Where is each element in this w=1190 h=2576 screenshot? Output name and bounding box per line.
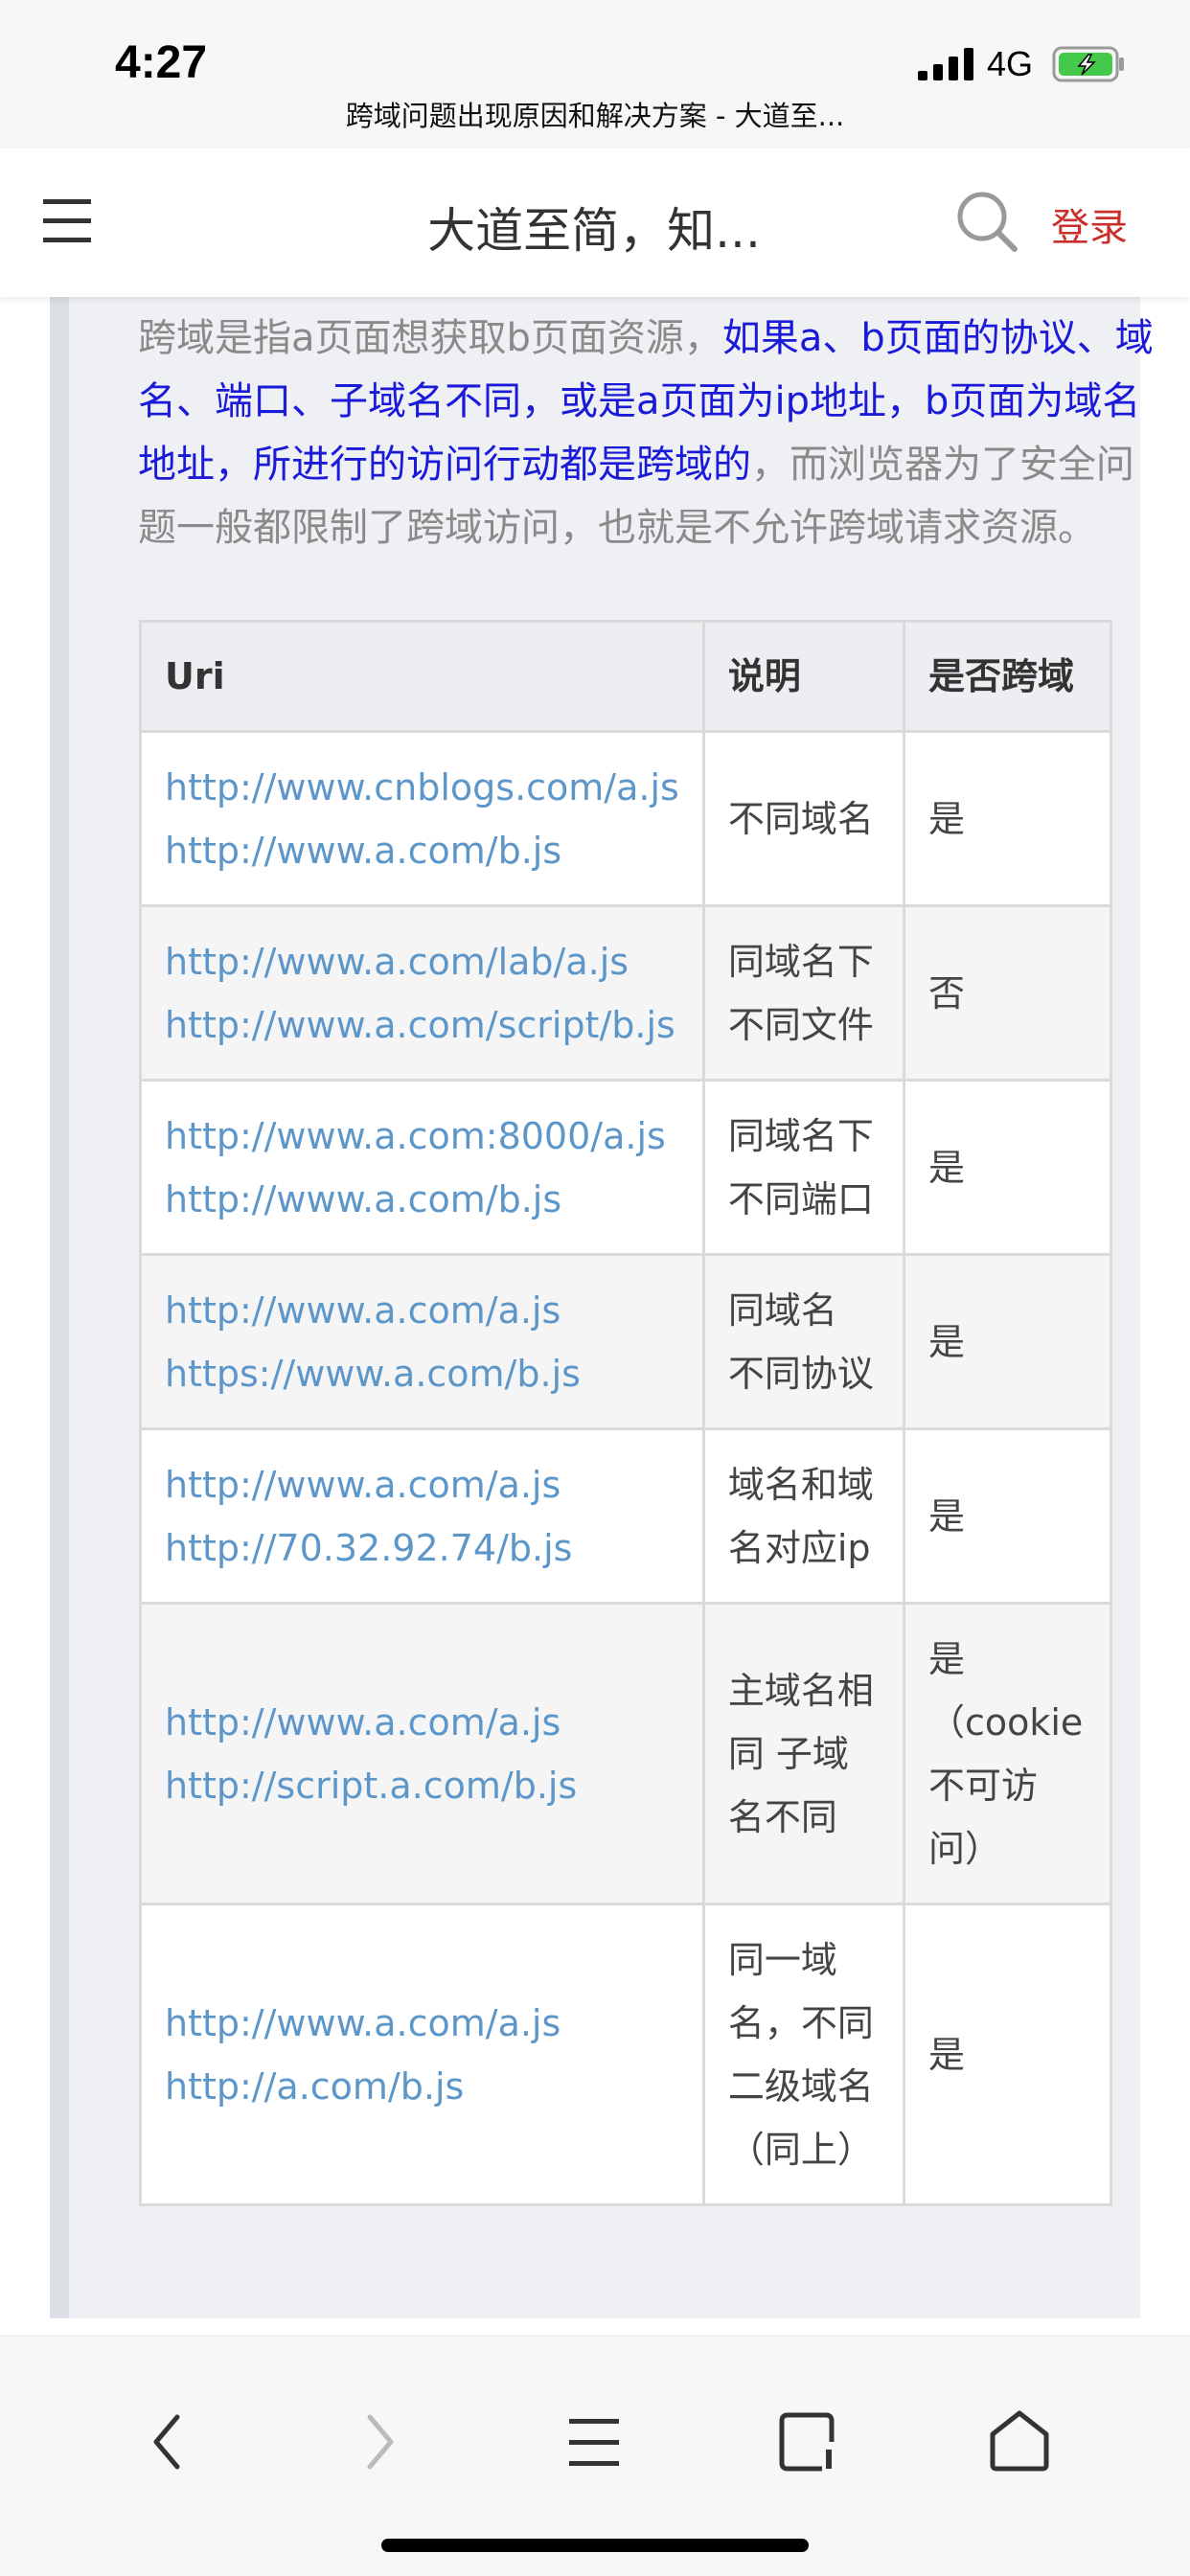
uri-cell: http://www.a.com/a.js http://70.32.92.74… <box>139 1427 705 1605</box>
uri-link[interactable]: http://www.a.com/b.js <box>165 1168 679 1231</box>
status-time: 4:27 <box>115 37 208 88</box>
table-row: http://www.a.com/lab/a.js http://www.a.c… <box>139 904 1113 1082</box>
site-title[interactable]: 大道至简，知... <box>307 193 881 262</box>
desc-cell: 主域名相同 子域名不同 <box>701 1602 905 1905</box>
signal-icon <box>918 48 973 80</box>
uri-cell: http://www.a.com/a.js https://www.a.com/… <box>139 1253 705 1430</box>
cross-cell: 是 <box>902 1903 1113 2206</box>
cross-cell: 是 <box>902 730 1113 907</box>
intro-text: 跨域是指a页面想获取b页面资源， <box>138 316 722 360</box>
uri-link[interactable]: https://www.a.com/b.js <box>165 1342 679 1405</box>
table-header-row: Uri 说明 是否跨域 <box>139 620 1113 733</box>
table-row: http://www.a.com/a.js http://a.com/b.js … <box>139 1903 1113 2206</box>
cross-cell: 是 <box>902 1253 1113 1430</box>
menu-icon[interactable] <box>556 2404 632 2480</box>
uri-link[interactable]: http://www.a.com/a.js <box>165 1992 679 2055</box>
status-bar: 4:27 4G 跨域问题出现原因和解决方案 - 大道至... <box>0 0 1190 148</box>
intro-paragraph: 跨域是指a页面想获取b页面资源，如果a、b页面的协议、域名、端口、子域名不同，或… <box>138 307 1154 559</box>
uri-cell: http://www.cnblogs.com/a.js http://www.a… <box>139 730 705 907</box>
home-icon[interactable] <box>981 2404 1058 2480</box>
uri-cell: http://www.a.com/lab/a.js http://www.a.c… <box>139 904 705 1082</box>
header-uri: Uri <box>139 620 705 733</box>
desc-cell: 不同域名 <box>701 730 905 907</box>
network-type: 4G <box>987 44 1034 83</box>
forward-icon[interactable] <box>341 2404 418 2480</box>
uri-link[interactable]: http://www.a.com/lab/a.js <box>165 930 679 993</box>
uri-link[interactable]: http://www.a.com:8000/a.js <box>165 1105 679 1168</box>
cross-cell: 是（cookie不可访问） <box>902 1602 1113 1905</box>
table-row: http://www.a.com:8000/a.js http://www.a.… <box>139 1079 1113 1256</box>
page-tab-title: 跨域问题出现原因和解决方案 - 大道至... <box>345 100 845 132</box>
back-icon[interactable] <box>129 2404 206 2480</box>
desc-cell: 同域名下不同文件 <box>701 904 905 1082</box>
header-desc: 说明 <box>701 620 905 733</box>
desc-cell: 同域名下不同端口 <box>701 1079 905 1256</box>
uri-link[interactable]: http://script.a.com/b.js <box>165 1754 679 1817</box>
login-link[interactable]: 登录 <box>1051 196 1128 252</box>
desc-cell: 域名和域名对应ip <box>701 1427 905 1605</box>
table-row: http://www.a.com/a.js http://script.a.co… <box>139 1602 1113 1905</box>
cross-domain-table: Uri 说明 是否跨域 http://www.cnblogs.com/a.js … <box>139 620 1113 2206</box>
hamburger-menu-icon[interactable] <box>43 192 95 249</box>
uri-link[interactable]: http://a.com/b.js <box>165 2055 679 2118</box>
tabs-icon[interactable] <box>768 2404 845 2480</box>
cross-cell: 是 <box>902 1079 1113 1256</box>
table-row: http://www.a.com/a.js http://70.32.92.74… <box>139 1427 1113 1605</box>
home-indicator[interactable] <box>381 2539 809 2552</box>
uri-link[interactable]: http://70.32.92.74/b.js <box>165 1516 679 1580</box>
article-blockquote: 跨域是指a页面想获取b页面资源，如果a、b页面的协议、域名、端口、子域名不同，或… <box>50 297 1154 2318</box>
cross-cell: 是 <box>902 1427 1113 1605</box>
header-cross: 是否跨域 <box>902 620 1113 733</box>
uri-link[interactable]: http://www.a.com/a.js <box>165 1453 679 1516</box>
desc-cell: 同一域名，不同二级域名（同上） <box>701 1903 905 2206</box>
table-row: http://www.cnblogs.com/a.js http://www.a… <box>139 730 1113 907</box>
battery-charging-icon <box>1052 46 1124 82</box>
uri-link[interactable]: http://www.a.com/a.js <box>165 1279 679 1342</box>
uri-link[interactable]: http://www.a.com/b.js <box>165 819 679 882</box>
search-icon[interactable] <box>954 189 1019 254</box>
uri-cell: http://www.a.com/a.js http://script.a.co… <box>139 1602 705 1905</box>
table-row: http://www.a.com/a.js https://www.a.com/… <box>139 1253 1113 1430</box>
uri-link[interactable]: http://www.cnblogs.com/a.js <box>165 756 679 819</box>
desc-cell: 同域名 不同协议 <box>701 1253 905 1430</box>
uri-link[interactable]: http://www.a.com/script/b.js <box>165 993 679 1057</box>
cross-cell: 否 <box>902 904 1113 1082</box>
uri-cell: http://www.a.com:8000/a.js http://www.a.… <box>139 1079 705 1256</box>
site-header: 大道至简，知... 登录 <box>0 148 1190 297</box>
uri-link[interactable]: http://www.a.com/a.js <box>165 1691 679 1754</box>
uri-cell: http://www.a.com/a.js http://a.com/b.js <box>139 1903 705 2206</box>
